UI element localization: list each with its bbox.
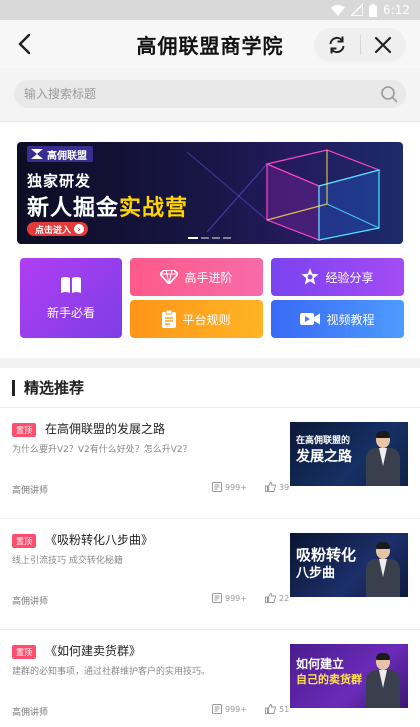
thumbnail-text-line1: 在高佣联盟的 (296, 436, 351, 446)
header-capsule (314, 28, 406, 62)
refresh-button[interactable] (314, 28, 360, 62)
view-count: 999+ (225, 593, 247, 603)
thumbnail-text-line1: 吸粉转化 (296, 546, 357, 564)
close-icon (375, 36, 392, 54)
article-thumbnail: 如何建立 自己的卖货群 (290, 644, 408, 708)
promo-banner[interactable]: 高佣联盟 独家研发 新人掘金实战营 点击进入 › (17, 142, 403, 244)
carousel-dot[interactable] (212, 237, 220, 239)
article-stats: 999+ 39 (212, 482, 289, 492)
article-stats: 999+ 22 (212, 593, 289, 603)
thumbnail-text-line2: 自己的卖货群 (296, 673, 362, 686)
back-button[interactable] (0, 20, 48, 68)
chevron-right-icon: › (74, 224, 85, 234)
article-card[interactable]: 置顶 《如何建卖货群》 建群的必知事项，通过社群维护客户的实用技巧。 高佣讲师 … (0, 630, 420, 727)
search-input[interactable] (24, 87, 380, 101)
menu-beginner-label: 新手必看 (46, 305, 95, 320)
like-count: 39 (278, 482, 290, 492)
thumbs-up-icon[interactable] (264, 704, 276, 714)
like-count: 22 (278, 593, 290, 603)
banner-logo: 高佣联盟 (27, 146, 93, 162)
views-icon (212, 704, 222, 714)
article-title: 《吸粉转化八步曲》 (45, 533, 154, 547)
featured-title: 精选推荐 (24, 379, 85, 397)
article-author: 高佣讲师 (12, 708, 49, 718)
banner-title: 新人掘金实战营 (27, 190, 188, 222)
menu-experience-label: 经验分享 (325, 270, 374, 285)
book-icon (61, 276, 81, 293)
menu-beginner-button[interactable]: 新手必看 (20, 258, 122, 338)
title-bar: 高佣联盟商学院 (0, 20, 420, 68)
menu-video-button[interactable]: 视频教程 (271, 300, 404, 338)
signal-icon (351, 4, 364, 16)
logo-mark-icon (31, 149, 43, 159)
carousel-indicator (188, 237, 231, 239)
status-bar: 6:12 (0, 0, 420, 20)
menu-rules-label: 平台规则 (182, 312, 231, 327)
banner-logo-text: 高佣联盟 (47, 150, 87, 162)
article-stats: 999+ 51 (212, 704, 289, 714)
article-card[interactable]: 置顶 在高佣联盟的发展之路 为什么要升V2？V2有什么好处？怎么升V2？ 高佣讲… (0, 408, 420, 519)
thumbnail-text-line1: 如何建立 (296, 657, 345, 671)
back-arrow-icon (18, 33, 31, 55)
search-bar (0, 68, 420, 122)
menu-advanced-button[interactable]: 高手进阶 (130, 258, 263, 296)
article-thumbnail: 吸粉转化 八步曲 (290, 533, 408, 597)
search-icon[interactable] (380, 85, 398, 103)
view-count: 999+ (225, 482, 247, 492)
menu-video-label: 视频教程 (326, 312, 375, 327)
thumbnail-text-line2: 发展之路 (296, 449, 352, 465)
article-thumbnail: 在高佣联盟的 发展之路 (290, 422, 408, 486)
banner-cta-label: 点击进入 (35, 225, 72, 236)
carousel-dot[interactable] (188, 237, 198, 239)
article-card[interactable]: 置顶 《吸粉转化八步曲》 线上引流技巧 成交转化秘籍 高佣讲师 999+ 22 … (0, 519, 420, 630)
menu-advanced-label: 高手进阶 (184, 270, 233, 285)
menu-rules-button[interactable]: 平台规则 (130, 300, 263, 338)
article-description: 线上引流技巧 成交转化秘籍 (12, 556, 123, 566)
banner-cta-button[interactable]: 点击进入 › (27, 222, 89, 236)
carousel-dot[interactable] (201, 237, 209, 239)
section-divider (0, 358, 420, 368)
main-content: 高佣联盟 独家研发 新人掘金实战营 点击进入 › 新手必看 高手进阶 经验分享 … (0, 122, 420, 727)
banner-title-part1: 新人掘金 (27, 196, 120, 221)
battery-icon (369, 3, 378, 17)
thumbs-up-icon[interactable] (264, 482, 276, 492)
search-box[interactable] (14, 80, 406, 108)
view-count: 999+ (225, 704, 247, 714)
pinned-badge: 置顶 (12, 534, 36, 548)
like-count: 51 (278, 704, 290, 714)
wifi-icon (331, 4, 346, 16)
close-button[interactable] (361, 28, 407, 62)
star-badge-icon (301, 268, 319, 285)
article-title: 在高佣联盟的发展之路 (45, 422, 166, 436)
banner-area: 高佣联盟 独家研发 新人掘金实战营 点击进入 › (0, 122, 420, 258)
carousel-dot[interactable] (223, 237, 231, 239)
pinned-badge: 置顶 (12, 423, 36, 437)
clipboard-icon (162, 310, 177, 328)
thumbnail-text-line2: 八步曲 (296, 566, 336, 581)
refresh-icon (329, 36, 345, 54)
pinned-badge: 置顶 (12, 645, 36, 659)
presenter-image (366, 653, 400, 708)
banner-title-highlight: 实战营 (119, 196, 189, 221)
section-accent-bar (12, 379, 15, 396)
video-camera-icon (300, 313, 321, 325)
category-menu: 新手必看 高手进阶 经验分享 平台规则 视频教程 (0, 258, 420, 358)
presenter-image (366, 431, 400, 486)
featured-header: 精选推荐 (0, 368, 420, 408)
banner-subtitle: 独家研发 (27, 172, 92, 190)
article-title: 《如何建卖货群》 (45, 644, 142, 658)
status-time: 6:12 (383, 3, 410, 17)
views-icon (212, 482, 222, 492)
article-description: 为什么要升V2？V2有什么好处？怎么升V2？ (12, 445, 192, 455)
views-icon (212, 593, 222, 603)
article-author: 高佣讲师 (12, 486, 49, 496)
menu-experience-button[interactable]: 经验分享 (271, 258, 404, 296)
diamond-icon (160, 270, 179, 284)
presenter-image (366, 542, 400, 597)
article-description: 建群的必知事项，通过社群维护客户的实用技巧。 (12, 667, 211, 677)
thumbs-up-icon[interactable] (264, 593, 276, 603)
article-author: 高佣讲师 (12, 597, 49, 607)
